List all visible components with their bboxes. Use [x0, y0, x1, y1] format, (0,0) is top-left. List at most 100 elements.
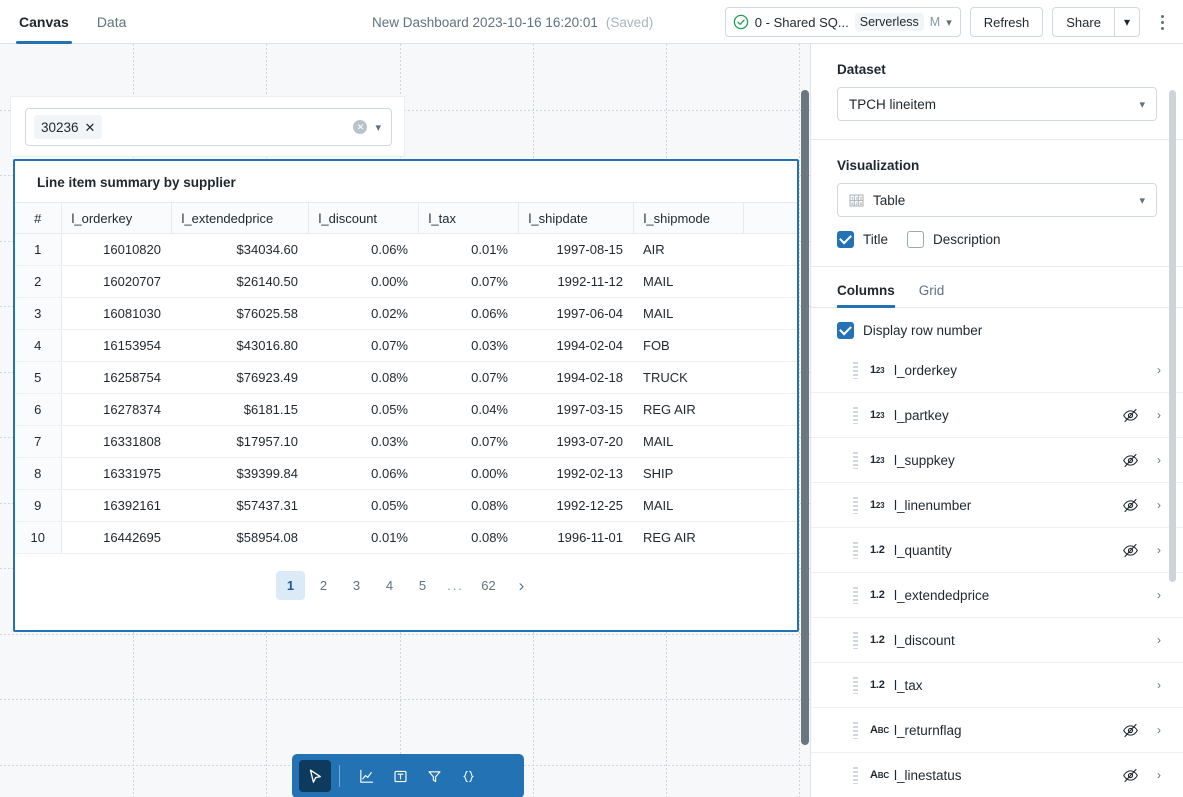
table-row[interactable]: 616278374$6181.150.05%0.04%1997-03-15REG…	[15, 394, 797, 426]
column-actions: ›	[1122, 452, 1161, 469]
table-widget[interactable]: Line item summary by supplier #l_orderke…	[13, 159, 799, 632]
drag-handle-icon[interactable]	[853, 632, 858, 649]
dashboard-canvas[interactable]: 30236 ✕ ✕ ▾ Line item summary by supplie…	[0, 44, 811, 797]
chevron-down-icon: ▾	[1139, 194, 1145, 207]
column-header[interactable]: l_shipdate	[518, 203, 633, 234]
chevron-right-icon[interactable]: ›	[507, 571, 536, 600]
row-number-cell: 4	[15, 330, 61, 362]
table-row[interactable]: 916392161$57437.310.05%0.08%1992-12-25MA…	[15, 490, 797, 522]
visualization-select[interactable]: 1 3 6 5 2 8 Table ▾	[837, 183, 1157, 217]
chevron-right-icon[interactable]: ›	[1157, 633, 1161, 647]
table-row[interactable]: 1016442695$58954.080.01%0.08%1996-11-01R…	[15, 522, 797, 554]
drag-handle-icon[interactable]	[853, 362, 858, 379]
drag-handle-icon[interactable]	[853, 407, 858, 424]
chevron-right-icon[interactable]: ›	[1157, 453, 1161, 467]
drag-handle-icon[interactable]	[853, 587, 858, 604]
dashboard-title[interactable]: New Dashboard 2023-10-16 16:20:01	[372, 15, 598, 30]
chevron-right-icon[interactable]: ›	[1157, 543, 1161, 557]
tab-columns[interactable]: Columns	[837, 283, 895, 307]
column-header-rownum[interactable]: #	[15, 203, 61, 234]
chevron-right-icon[interactable]: ›	[1157, 498, 1161, 512]
drag-handle-icon[interactable]	[853, 767, 858, 784]
panel-scrollbar[interactable]	[1169, 90, 1176, 582]
pagination-page[interactable]: 5	[408, 571, 437, 600]
chart-tool[interactable]	[350, 760, 382, 792]
column-header[interactable]: l_shipmode	[633, 203, 743, 234]
code-tool[interactable]	[452, 760, 484, 792]
close-icon[interactable]: ✕	[85, 121, 96, 134]
grid-line-horizontal	[0, 634, 810, 635]
cluster-selector[interactable]: 0 - Shared SQ... Serverless M ▾	[725, 7, 961, 37]
filter-select[interactable]: 30236 ✕ ✕ ▾	[25, 108, 392, 146]
pagination-page[interactable]: 4	[375, 571, 404, 600]
column-header[interactable]: l_orderkey	[61, 203, 171, 234]
column-header[interactable]: l_discount	[308, 203, 418, 234]
table-row[interactable]: 716331808$17957.100.03%0.07%1993-07-20MA…	[15, 426, 797, 458]
share-dropdown-button[interactable]: ▾	[1115, 7, 1140, 37]
dataset-select[interactable]: TPCH lineitem ▾	[837, 87, 1157, 121]
column-list-item[interactable]: 123l_partkey›	[811, 393, 1183, 438]
dataset-section: Dataset TPCH lineitem ▾	[811, 44, 1183, 121]
table-cell: 0.03%	[308, 426, 418, 458]
column-actions: ›	[1157, 363, 1161, 377]
chevron-right-icon[interactable]: ›	[1157, 678, 1161, 692]
chevron-right-icon[interactable]: ›	[1157, 408, 1161, 422]
column-list-item[interactable]: 1.2l_quantity›	[811, 528, 1183, 573]
column-list-item[interactable]: ABCl_returnflag›	[811, 708, 1183, 753]
column-header[interactable]: l_tax	[418, 203, 518, 234]
column-list-item[interactable]: 123l_orderkey›	[811, 348, 1183, 393]
column-header[interactable]	[743, 203, 797, 234]
column-list-item[interactable]: 123l_suppkey›	[811, 438, 1183, 483]
table-row[interactable]: 516258754$76923.490.08%0.07%1994-02-18TR…	[15, 362, 797, 394]
more-options-button[interactable]	[1151, 7, 1173, 37]
drag-handle-icon[interactable]	[853, 452, 858, 469]
title-checkbox[interactable]	[837, 231, 854, 248]
table-cell: 0.00%	[308, 266, 418, 298]
column-list-item[interactable]: 1.2l_discount›	[811, 618, 1183, 663]
drag-handle-icon[interactable]	[853, 722, 858, 739]
text-tool[interactable]	[384, 760, 416, 792]
column-name: l_returnflag	[894, 723, 962, 738]
saved-status: (Saved)	[606, 15, 653, 30]
tab-canvas[interactable]: Canvas	[16, 0, 72, 44]
table-row[interactable]: 316081030$76025.580.02%0.06%1997-06-04MA…	[15, 298, 797, 330]
refresh-button[interactable]: Refresh	[970, 7, 1044, 37]
table-cell: 1992-02-13	[518, 458, 633, 490]
chevron-right-icon[interactable]: ›	[1157, 723, 1161, 737]
share-button[interactable]: Share	[1052, 7, 1115, 37]
column-list-item[interactable]: 1.2l_tax›	[811, 663, 1183, 708]
top-bar-actions: 0 - Shared SQ... Serverless M ▾ Refresh …	[725, 0, 1173, 44]
pointer-tool[interactable]	[299, 760, 331, 792]
drag-handle-icon[interactable]	[853, 497, 858, 514]
chevron-right-icon[interactable]: ›	[1157, 768, 1161, 782]
filter-widget-card[interactable]: 30236 ✕ ✕ ▾	[10, 96, 405, 157]
table-row[interactable]: 216020707$26140.500.00%0.07%1992-11-12MA…	[15, 266, 797, 298]
pagination-page[interactable]: 2	[309, 571, 338, 600]
clear-circle-icon[interactable]: ✕	[353, 120, 367, 134]
panel-subtabs: Columns Grid	[811, 283, 1183, 308]
column-header[interactable]: l_extendedprice	[171, 203, 308, 234]
chevron-down-icon[interactable]: ▾	[375, 121, 381, 134]
drag-handle-icon[interactable]	[853, 677, 858, 694]
description-checkbox[interactable]	[907, 231, 924, 248]
column-list-item[interactable]: 1.2l_extendedprice›	[811, 573, 1183, 618]
canvas-scrollbar[interactable]	[801, 90, 809, 745]
tab-grid[interactable]: Grid	[919, 283, 945, 307]
chevron-right-icon[interactable]: ›	[1157, 363, 1161, 377]
chevron-right-icon[interactable]: ›	[1157, 588, 1161, 602]
table-row[interactable]: 416153954$43016.800.07%0.03%1994-02-04FO…	[15, 330, 797, 362]
pagination-page[interactable]: 62	[474, 571, 503, 600]
table-row[interactable]: 116010820$34034.600.06%0.01%1997-08-15AI…	[15, 234, 797, 266]
table-cell: 16010820	[61, 234, 171, 266]
column-list-item[interactable]: ABCl_linestatus›	[811, 753, 1183, 797]
display-row-number-checkbox[interactable]	[837, 322, 854, 339]
filter-chip[interactable]: 30236 ✕	[34, 115, 102, 139]
filter-tool[interactable]	[418, 760, 450, 792]
drag-handle-icon[interactable]	[853, 542, 858, 559]
pagination-page[interactable]: 1	[276, 571, 305, 600]
column-list-item[interactable]: 123l_linenumber›	[811, 483, 1183, 528]
tab-data[interactable]: Data	[94, 0, 130, 44]
table-row[interactable]: 816331975$39399.840.06%0.00%1992-02-13SH…	[15, 458, 797, 490]
filter-chip-value: 30236	[41, 120, 79, 135]
pagination-page[interactable]: 3	[342, 571, 371, 600]
